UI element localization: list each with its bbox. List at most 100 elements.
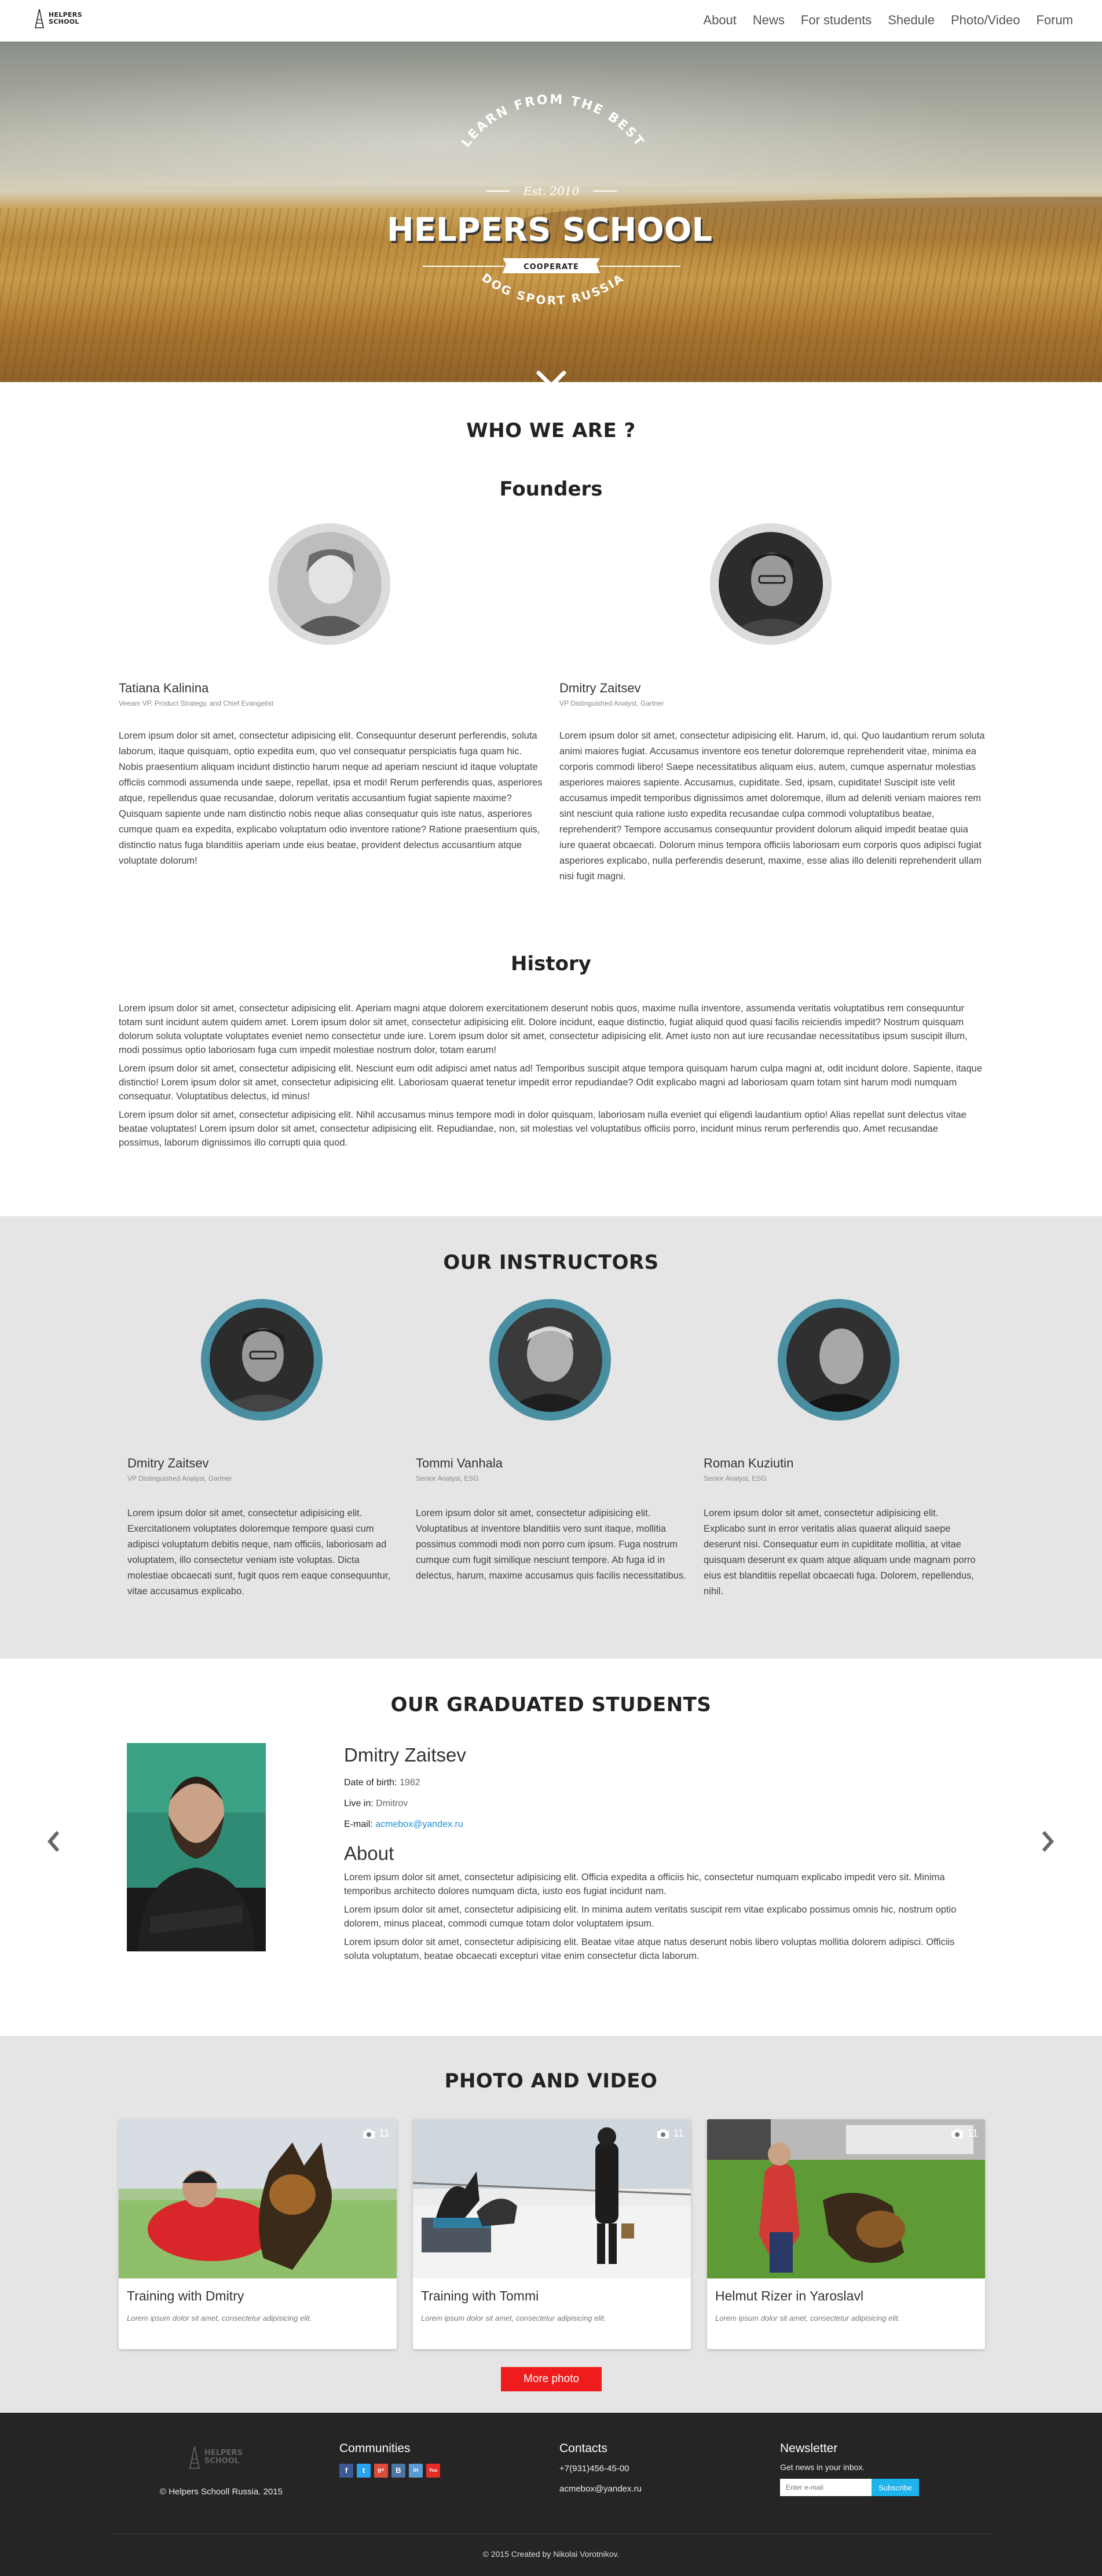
about-paragraph: Lorem ipsum dolor sit amet, consectetur … xyxy=(344,1905,957,1929)
media-heading: PHOTO AND VIDEO xyxy=(444,2069,658,2093)
logo-mark-icon xyxy=(189,2446,200,2469)
footer-email[interactable]: acmebox@yandex.ru xyxy=(559,2484,642,2494)
who-we-are-section: WHO WE ARE ? Founders Tatiana Kalinina V… xyxy=(0,382,1102,1216)
scroll-down-icon[interactable] xyxy=(536,369,566,382)
twitter-icon[interactable]: t xyxy=(357,2464,371,2478)
nav-for-students[interactable]: For students xyxy=(801,13,872,28)
gallery-count-value: 11 xyxy=(673,2127,684,2139)
instructor-name: Dmitry Zaitsev xyxy=(127,1456,209,1470)
gallery-card-title: Training with Dmitry xyxy=(127,2288,244,2303)
facebook-icon[interactable]: f xyxy=(339,2464,353,2478)
gallery-count-value: 11 xyxy=(379,2127,390,2139)
gallery-card-desc: Lorem ipsum dolor sit amet, consectetur … xyxy=(715,2314,900,2322)
footer-phone[interactable]: +7(931)456-45-00 xyxy=(559,2464,642,2474)
founders-heading: Founders xyxy=(499,478,603,501)
brand-logo[interactable]: HELPERS SCHOOL xyxy=(34,8,82,29)
contacts-block: Contacts +7(931)456-45-00 acmebox@yandex… xyxy=(559,2442,642,2494)
school-emblem: LEARN FROM THE BEST Est. 2010 HELPERS SC… xyxy=(387,93,714,307)
nav-photo-video[interactable]: Photo/Video xyxy=(951,13,1020,28)
contacts-heading: Contacts xyxy=(559,2442,607,2455)
newsletter-email-input[interactable] xyxy=(780,2479,872,2496)
more-photo-button[interactable]: More photo xyxy=(501,2367,602,2391)
history-paragraph: Lorem ipsum dolor sit amet, consectetur … xyxy=(119,1063,982,1102)
nav-shedule[interactable]: Shedule xyxy=(888,13,935,28)
email-label: E-mail: xyxy=(344,1819,373,1829)
instructor-role: VP Distinguished Analyst, Gartner xyxy=(127,1474,232,1483)
svg-text:DOG SPORT RUSSIA: DOG SPORT RUSSIA xyxy=(479,270,627,307)
gallery-card[interactable]: 11 Training with Tommi Lorem ipsum dolor… xyxy=(413,2119,691,2349)
google-plus-icon[interactable]: g+ xyxy=(374,2464,388,2478)
founder-photo xyxy=(719,532,823,636)
instructor-avatar xyxy=(201,1299,323,1421)
founder-avatar xyxy=(269,523,390,645)
founder-bio: Lorem ipsum dolor sit amet, consectetur … xyxy=(559,731,985,882)
instructor-bio: Lorem ipsum dolor sit amet, consectetur … xyxy=(704,1508,976,1597)
logo-mark-icon xyxy=(35,9,44,28)
instructor-card: Roman Kuziutin Senior Analyst, ESG Lorem… xyxy=(704,1456,976,1599)
about-paragraph: Lorem ipsum dolor sit amet, consectetur … xyxy=(344,1872,945,1896)
instructor-card: Dmitry Zaitsev VP Distinguished Analyst,… xyxy=(127,1456,400,1599)
subscribe-button[interactable]: Subscribe xyxy=(872,2479,919,2496)
newsletter-heading: Newsletter xyxy=(780,2442,838,2455)
youtube-icon[interactable]: You xyxy=(426,2464,440,2478)
instructor-photo xyxy=(786,1308,891,1412)
founder-avatar xyxy=(710,523,832,645)
student-email-link[interactable]: acmebox@yandex.ru xyxy=(375,1819,463,1829)
footer-brand-text: HELPERS SCHOOL xyxy=(204,2449,243,2465)
student-email: E-mail: acmebox@yandex.ru xyxy=(344,1819,958,1830)
social-icons: f t g+ B in You xyxy=(339,2464,440,2478)
student-name: Dmitry Zaitsev xyxy=(344,1744,466,1766)
about-heading: About xyxy=(344,1843,394,1864)
chevron-left-icon[interactable] xyxy=(46,1830,61,1853)
students-section: OUR GRADUATED STUDENTS Dmitry Zaitsev Da… xyxy=(0,1658,1102,2036)
founder-role: VP Distinguished Analyst, Gartner xyxy=(559,699,664,707)
chevron-right-icon[interactable] xyxy=(1040,1830,1055,1853)
instructors-heading: OUR INSTRUCTORS xyxy=(443,1251,659,1274)
history-text: Lorem ipsum dolor sit amet, consectetur … xyxy=(119,1001,983,1150)
history-heading: History xyxy=(511,952,591,975)
student-dob: Date of birth: 1982 xyxy=(344,1778,958,1788)
instructor-role: Senior Analyst, ESG xyxy=(416,1474,479,1483)
gallery-photo-count: 11 xyxy=(363,2127,390,2140)
camera-icon xyxy=(363,2129,375,2138)
live-value: Dmitrov xyxy=(376,1799,408,1808)
history-paragraph: Lorem ipsum dolor sit amet, consectetur … xyxy=(119,1110,966,1148)
instructor-name: Roman Kuziutin xyxy=(704,1456,794,1470)
newsletter-text: Get news in your inbox. xyxy=(780,2463,865,2472)
footer-credit: © 2015 Created by Nikolai Vorotnikov. xyxy=(482,2549,620,2559)
hero-banner: LEARN FROM THE BEST Est. 2010 HELPERS SC… xyxy=(0,42,1102,382)
founder-card: Dmitry Zaitsev VP Distinguished Analyst,… xyxy=(559,681,985,885)
gallery-card-image xyxy=(413,2119,691,2278)
media-section: PHOTO AND VIDEO 11 Training with Dmitry … xyxy=(0,2036,1102,2413)
camera-icon xyxy=(951,2129,964,2138)
founder-role: Veeam VP, Product Strategy, and Chief Ev… xyxy=(119,699,274,707)
instructor-photo xyxy=(498,1308,602,1412)
gallery-card-desc: Lorem ipsum dolor sit amet, consectetur … xyxy=(127,2314,312,2322)
nav-forum[interactable]: Forum xyxy=(1036,13,1073,28)
newsletter-form: Subscribe xyxy=(780,2479,919,2496)
instructor-role: Senior Analyst, ESG xyxy=(704,1474,767,1483)
founder-name: Dmitry Zaitsev xyxy=(559,681,641,695)
nav-about[interactable]: About xyxy=(703,13,737,28)
instructor-card: Tommi Vanhala Senior Analyst, ESG Lorem … xyxy=(416,1456,688,1584)
who-we-are-heading: WHO WE ARE ? xyxy=(466,419,636,442)
communities-heading: Communities xyxy=(339,2442,411,2455)
founder-card: Tatiana Kalinina Veeam VP, Product Strat… xyxy=(119,681,544,869)
linkedin-icon[interactable]: in xyxy=(409,2464,423,2478)
hero-est: Est. 2010 xyxy=(523,184,580,198)
instructor-photo xyxy=(210,1308,314,1412)
gallery-card[interactable]: 11 Helmut Rizer in Yaroslavl Lorem ipsum… xyxy=(707,2119,985,2349)
gallery-card[interactable]: 11 Training with Dmitry Lorem ipsum dolo… xyxy=(119,2119,397,2349)
footer-divider xyxy=(110,2533,992,2534)
student-live: Live in: Dmitrov xyxy=(344,1799,958,1809)
vk-icon[interactable]: B xyxy=(391,2464,405,2478)
main-menu: About News For students Shedule Photo/Vi… xyxy=(703,13,1073,28)
footer-logo[interactable]: HELPERS SCHOOL xyxy=(188,2445,243,2469)
about-paragraph: Lorem ipsum dolor sit amet, consectetur … xyxy=(344,1937,955,1961)
site-footer: HELPERS SCHOOL © Helpers Schooll Russia.… xyxy=(0,2413,1102,2576)
instructor-bio: Lorem ipsum dolor sit amet, consectetur … xyxy=(416,1508,686,1581)
nav-news[interactable]: News xyxy=(753,13,785,28)
hero-top-arc: LEARN FROM THE BEST xyxy=(459,93,645,151)
communities-block: Communities f t g+ B in You xyxy=(339,2442,440,2478)
students-heading: OUR GRADUATED STUDENTS xyxy=(390,1693,712,1716)
